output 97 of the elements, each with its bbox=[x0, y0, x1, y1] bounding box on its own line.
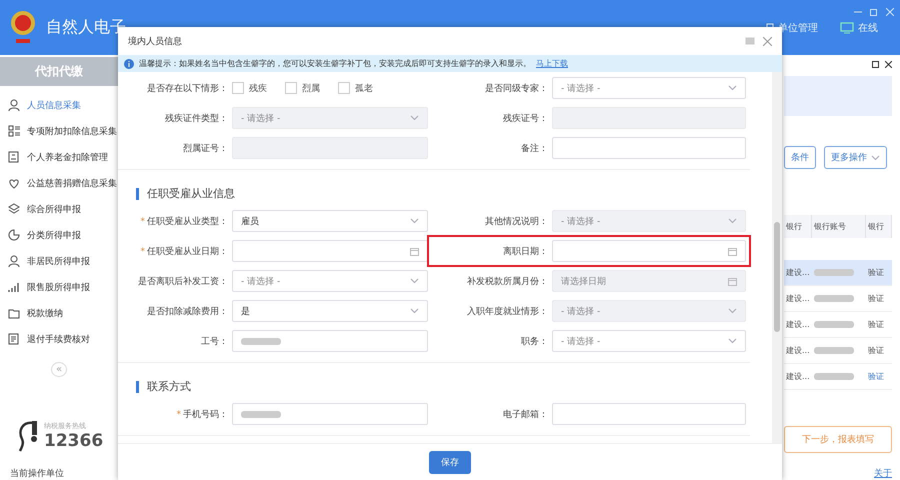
sidebar-item[interactable]: 退付手续费核对 bbox=[0, 326, 118, 352]
maximize-icon[interactable] bbox=[872, 61, 879, 68]
date-field[interactable] bbox=[232, 240, 428, 262]
sidebar-item[interactable]: 分类所得申报 bbox=[0, 222, 118, 248]
chevron-down-icon bbox=[728, 85, 737, 91]
section-marker bbox=[136, 188, 139, 200]
field-label: 是否离职后补发工资： bbox=[137, 276, 228, 288]
input-field[interactable] bbox=[552, 137, 746, 159]
menu-item-icon bbox=[8, 203, 20, 215]
menu-item-icon bbox=[8, 307, 20, 319]
info-icon bbox=[124, 58, 134, 68]
column-header: 银行 bbox=[866, 215, 892, 238]
sidebar-item[interactable]: 专项附加扣除信息采集 bbox=[0, 118, 118, 144]
section-title: 联系方式 bbox=[147, 379, 191, 394]
input-field[interactable] bbox=[232, 330, 428, 352]
select-field[interactable]: - 请选择 - bbox=[552, 330, 746, 352]
table-cell: 建设... bbox=[784, 364, 812, 390]
field-label: 电子邮箱： bbox=[502, 408, 548, 420]
checkbox[interactable]: 孤老 bbox=[338, 82, 373, 94]
tip-text: 温馨提示：如果姓名当中包含生僻字的，您可以安装生僻字补丁包，安装完成后即可支持生僻字的录入和显示。 bbox=[139, 58, 531, 69]
download-link[interactable]: 马上下载 bbox=[536, 58, 568, 69]
about-link[interactable]: 关于 bbox=[874, 467, 892, 480]
sidebar-section-header: 代扣代缴 bbox=[0, 57, 118, 86]
menu-item-icon bbox=[8, 229, 20, 241]
input-field[interactable] bbox=[232, 403, 428, 425]
calendar-icon bbox=[410, 246, 419, 256]
table-cell: 建设... bbox=[784, 260, 812, 286]
hotline-number: 12366 bbox=[44, 431, 104, 451]
restore-icon[interactable] bbox=[870, 8, 878, 16]
field-label: 残疾证号： bbox=[502, 112, 548, 124]
calendar-icon bbox=[728, 246, 737, 256]
dialog-title: 境内人员信息 bbox=[128, 36, 182, 48]
verify-link[interactable]: 验证 bbox=[868, 345, 884, 356]
chevron-down-icon bbox=[410, 218, 419, 224]
field-label: * 任职受雇从业类型： bbox=[140, 216, 228, 228]
outline-button[interactable]: 更多操作 bbox=[824, 146, 887, 169]
field-label: 补发税款所属月份： bbox=[466, 276, 548, 288]
chevron-down-icon bbox=[728, 218, 737, 224]
field-label: 是否存在以下情形： bbox=[146, 82, 228, 94]
field-label: 是否同级专家： bbox=[484, 82, 548, 94]
sidebar-item[interactable]: 人员信息采集 bbox=[0, 92, 118, 118]
sidebar-item[interactable]: 综合所得申报 bbox=[0, 196, 118, 222]
section-title: 任职受雇从业信息 bbox=[147, 186, 235, 201]
verify-link[interactable]: 验证 bbox=[868, 319, 884, 330]
menu-item-icon bbox=[8, 177, 20, 189]
menu-item-icon bbox=[8, 281, 20, 293]
current-unit-label: 当前操作单位 bbox=[9, 468, 65, 480]
date-field[interactable] bbox=[552, 240, 746, 262]
field-label: 工号： bbox=[200, 336, 228, 348]
verify-link[interactable]: 验证 bbox=[868, 293, 884, 304]
chevron-down-icon bbox=[410, 278, 419, 284]
select-field[interactable]: 是 bbox=[232, 300, 428, 322]
sidebar-item[interactable]: 非居民所得申报 bbox=[0, 248, 118, 274]
calendar-icon bbox=[728, 276, 737, 286]
field-label: 职务： bbox=[520, 336, 548, 348]
field-label: * 手机号码： bbox=[176, 408, 228, 420]
chevron-down-icon bbox=[410, 115, 419, 121]
select-field[interactable]: - 请选择 - bbox=[232, 270, 428, 292]
field-label: 残疾证件类型： bbox=[164, 112, 228, 124]
select-field[interactable]: - 请选择 - bbox=[552, 77, 746, 99]
field-label: 备注： bbox=[520, 142, 548, 154]
save-button[interactable]: 保存 bbox=[429, 450, 471, 474]
chevron-down-icon bbox=[728, 338, 737, 344]
sidebar-item[interactable]: 公益慈善捐赠信息采集 bbox=[0, 170, 118, 196]
sidebar-item[interactable]: 限售股所得申报 bbox=[0, 274, 118, 300]
outline-button[interactable]: 条件 bbox=[784, 146, 816, 169]
field-label: 烈属证号： bbox=[182, 142, 228, 154]
field-label: 其他情况说明： bbox=[484, 216, 548, 228]
table-cell: 建设... bbox=[784, 312, 812, 338]
sidebar-item[interactable]: 税款缴纳 bbox=[0, 300, 118, 326]
table-cell: 建设... bbox=[784, 286, 812, 312]
chevron-down-icon bbox=[871, 154, 880, 160]
chevron-down-icon bbox=[728, 308, 737, 314]
column-header: 银行 bbox=[784, 215, 812, 238]
monitor-icon bbox=[840, 22, 854, 34]
menu-item-icon bbox=[8, 151, 20, 163]
menu-item-icon bbox=[8, 99, 20, 111]
menu-item-icon bbox=[8, 125, 20, 137]
menu-item-icon bbox=[8, 255, 20, 267]
field-label: 是否扣除减除费用： bbox=[146, 306, 228, 318]
close-icon[interactable] bbox=[885, 61, 892, 68]
sidebar-item[interactable]: 个人养老金扣除管理 bbox=[0, 144, 118, 170]
input-field[interactable] bbox=[552, 403, 746, 425]
field-label: 入职年度就业情形： bbox=[466, 306, 548, 318]
select-field[interactable]: 雇员 bbox=[232, 210, 428, 232]
field-label: 离职日期： bbox=[502, 246, 548, 258]
verify-link[interactable]: 验证 bbox=[868, 371, 884, 382]
section-marker bbox=[136, 380, 139, 392]
scrollbar[interactable] bbox=[772, 72, 782, 443]
checkbox[interactable]: 残疾 bbox=[232, 82, 267, 94]
table-cell: 建设... bbox=[784, 338, 812, 364]
checkbox[interactable]: 烈属 bbox=[285, 82, 320, 94]
menu-item-icon bbox=[8, 333, 20, 345]
chevron-down-icon bbox=[410, 308, 419, 314]
column-header: 银行账号 bbox=[812, 215, 866, 238]
field-label: * 任职受雇从业日期： bbox=[140, 246, 228, 258]
header-action[interactable]: 在线 bbox=[840, 20, 878, 34]
